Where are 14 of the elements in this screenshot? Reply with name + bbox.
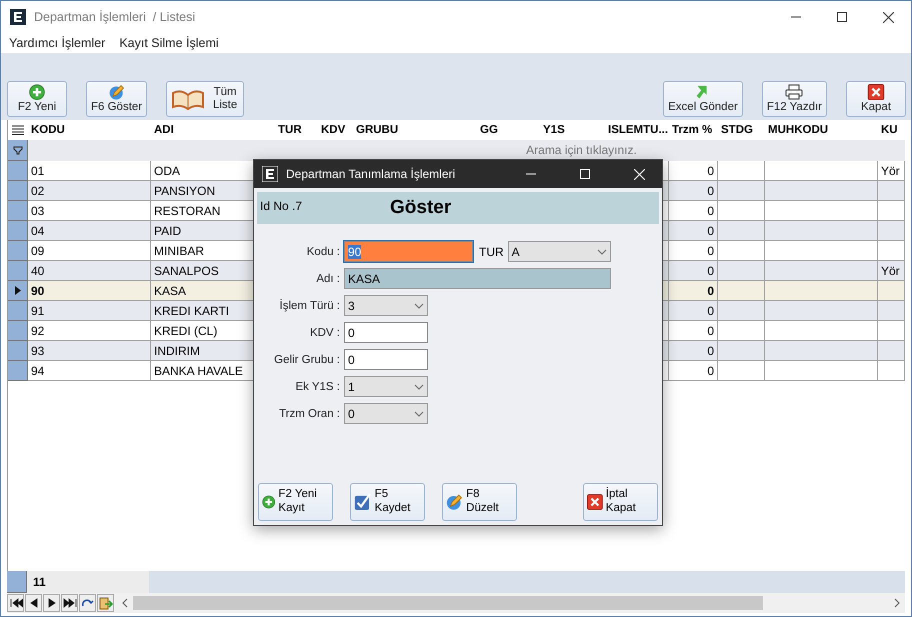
window-title: Departman İşlemleri / Listesi — [34, 10, 196, 24]
field-label: Ek Y1S : — [294, 380, 340, 392]
field-label: Kodu : — [306, 246, 340, 258]
table-cell: 94 — [28, 361, 151, 381]
field-label: Gelir Grubu : — [273, 354, 340, 366]
dialog-title: Departman Tanımlama İşlemleri — [286, 167, 456, 181]
dialog-heading: Göster — [390, 197, 452, 219]
field-label: TUR — [479, 244, 504, 258]
field-label: Adı : — [315, 272, 340, 284]
field-label: İşlem Türü : — [278, 300, 340, 312]
field-label: Trzm Oran : — [278, 408, 340, 420]
table-cell: 0 — [669, 361, 718, 381]
field-label: KDV : — [308, 326, 340, 338]
record-count: 11 — [27, 571, 149, 593]
